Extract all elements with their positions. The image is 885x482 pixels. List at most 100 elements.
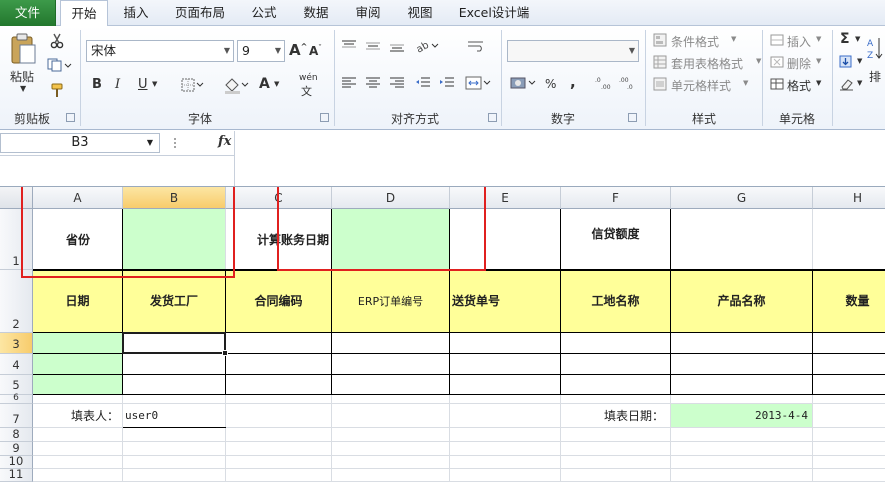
comma-button[interactable]: , bbox=[570, 73, 576, 91]
font-name-select[interactable]: 宋体 ▼ bbox=[86, 40, 234, 62]
row-header-4[interactable]: 4 bbox=[0, 354, 33, 375]
fill-handle[interactable] bbox=[222, 350, 228, 356]
font-size-select[interactable]: 9 ▼ bbox=[237, 40, 285, 62]
row-header-6[interactable]: 6 bbox=[0, 394, 33, 404]
cell-e1[interactable] bbox=[450, 209, 561, 270]
underline-dropdown-icon[interactable]: ▼ bbox=[152, 80, 157, 88]
cell-b7[interactable]: user0 bbox=[123, 404, 226, 428]
paste-dropdown-arrow[interactable]: ▼ bbox=[20, 84, 26, 93]
sort-filter-icon[interactable]: AZ bbox=[866, 32, 885, 66]
cell-h3[interactable] bbox=[813, 333, 885, 354]
cell-c3[interactable] bbox=[226, 333, 332, 354]
cell-h1[interactable] bbox=[813, 209, 885, 270]
copy-icon[interactable] bbox=[46, 56, 74, 74]
cell-e3[interactable] bbox=[450, 333, 561, 354]
table-format-button[interactable]: 套用表格格式 bbox=[671, 55, 743, 72]
cell-h2[interactable]: 数量 bbox=[813, 270, 885, 333]
tab-home[interactable]: 开始 bbox=[60, 0, 108, 27]
cell-b2[interactable]: 发货工厂 bbox=[123, 270, 226, 333]
row-6-cells[interactable] bbox=[33, 395, 885, 404]
tab-review[interactable]: 审阅 bbox=[344, 0, 392, 26]
italic-button[interactable]: I bbox=[115, 77, 120, 92]
tab-file[interactable]: 文件 bbox=[0, 0, 56, 26]
column-header-b[interactable]: B bbox=[123, 187, 226, 209]
cell-f3[interactable] bbox=[561, 333, 671, 354]
name-box[interactable]: B3 ▼ bbox=[0, 133, 160, 153]
cell-g3[interactable] bbox=[671, 333, 813, 354]
column-header-f[interactable]: F bbox=[561, 187, 671, 209]
clipboard-launcher-icon[interactable] bbox=[66, 113, 75, 122]
text-orientation-icon[interactable]: ab bbox=[414, 38, 440, 54]
borders-icon[interactable] bbox=[180, 76, 206, 94]
column-header-g[interactable]: G bbox=[671, 187, 813, 209]
tab-data[interactable]: 数据 bbox=[292, 0, 340, 26]
cell-d3[interactable] bbox=[332, 333, 450, 354]
insert-function-button[interactable]: fx bbox=[218, 134, 231, 149]
table-format-icon[interactable] bbox=[652, 54, 668, 70]
cell-e4[interactable] bbox=[450, 354, 561, 375]
cell-d1[interactable] bbox=[332, 209, 450, 270]
cell-c2[interactable]: 合同编码 bbox=[226, 270, 332, 333]
font-color-dropdown-icon[interactable]: ▼ bbox=[274, 80, 279, 88]
bold-button[interactable]: B bbox=[92, 77, 102, 92]
name-box-resize-icon[interactable] bbox=[168, 136, 182, 150]
row-8-cells[interactable] bbox=[33, 428, 885, 442]
column-header-c[interactable]: C bbox=[226, 187, 332, 209]
cell-d7[interactable] bbox=[332, 404, 450, 428]
decrease-decimal-icon[interactable]: .00.0 bbox=[618, 74, 638, 92]
column-header-e[interactable]: E bbox=[450, 187, 561, 209]
cell-styles-icon[interactable] bbox=[652, 76, 668, 92]
tab-page-layout[interactable]: 页面布局 bbox=[164, 0, 236, 26]
cell-e2[interactable]: 送货单号 bbox=[450, 270, 561, 333]
autosum-button[interactable]: Σ bbox=[840, 31, 850, 47]
column-header-a[interactable]: A bbox=[33, 187, 123, 209]
cell-c5[interactable] bbox=[226, 375, 332, 395]
cell-a5[interactable] bbox=[33, 375, 123, 395]
insert-cells-button[interactable]: 插入 bbox=[787, 33, 811, 50]
align-top-icon[interactable] bbox=[340, 38, 358, 54]
fill-color-icon[interactable] bbox=[222, 75, 250, 95]
row-10-cells[interactable] bbox=[33, 456, 885, 469]
row-header-5[interactable]: 5 bbox=[0, 375, 33, 395]
tab-formulas[interactable]: 公式 bbox=[240, 0, 288, 26]
format-painter-icon[interactable] bbox=[48, 81, 66, 99]
cell-h5[interactable] bbox=[813, 375, 885, 395]
font-launcher-icon[interactable] bbox=[320, 113, 329, 122]
cell-h7[interactable] bbox=[813, 404, 885, 428]
shrink-font-icon[interactable]: Aˇ bbox=[309, 44, 322, 58]
align-middle-icon[interactable] bbox=[364, 38, 382, 54]
tab-excel-designer[interactable]: Excel设计端 bbox=[450, 0, 538, 26]
select-all-button[interactable] bbox=[0, 187, 33, 209]
row-9-cells[interactable] bbox=[33, 442, 885, 456]
increase-decimal-icon[interactable]: .0.00 bbox=[594, 74, 614, 92]
align-bottom-icon[interactable] bbox=[388, 38, 406, 54]
cell-g1[interactable] bbox=[671, 209, 813, 270]
accounting-format-icon[interactable] bbox=[509, 74, 539, 92]
insert-cells-icon[interactable] bbox=[769, 32, 785, 48]
cell-f4[interactable] bbox=[561, 354, 671, 375]
cell-g2[interactable]: 产品名称 bbox=[671, 270, 813, 333]
cell-g7[interactable]: 2013-4-4 bbox=[671, 404, 813, 428]
conditional-format-button[interactable]: 条件格式 bbox=[671, 33, 719, 50]
percent-button[interactable]: % bbox=[545, 77, 556, 91]
delete-cells-button[interactable]: 删除 bbox=[787, 55, 811, 72]
alignment-launcher-icon[interactable] bbox=[488, 113, 497, 122]
align-right-icon[interactable] bbox=[388, 74, 406, 92]
cut-icon[interactable] bbox=[48, 32, 66, 50]
cell-styles-button[interactable]: 单元格样式 bbox=[671, 77, 731, 94]
formula-input[interactable] bbox=[240, 135, 880, 183]
grow-font-icon[interactable]: A^ bbox=[289, 41, 307, 59]
paste-label[interactable]: 粘贴 bbox=[10, 68, 34, 85]
cell-g5[interactable] bbox=[671, 375, 813, 395]
cell-a4[interactable] bbox=[33, 354, 123, 375]
format-cells-button[interactable]: 格式 bbox=[787, 77, 811, 94]
tab-view[interactable]: 视图 bbox=[396, 0, 444, 26]
conditional-format-icon[interactable] bbox=[652, 32, 668, 48]
tab-insert[interactable]: 插入 bbox=[112, 0, 160, 26]
cell-b1[interactable] bbox=[123, 209, 226, 270]
row-header-1[interactable]: 1 bbox=[0, 209, 33, 270]
column-header-d[interactable]: D bbox=[332, 187, 450, 209]
cell-a3[interactable] bbox=[33, 333, 123, 354]
decrease-indent-icon[interactable] bbox=[414, 74, 432, 92]
cell-a2[interactable]: 日期 bbox=[33, 270, 123, 333]
